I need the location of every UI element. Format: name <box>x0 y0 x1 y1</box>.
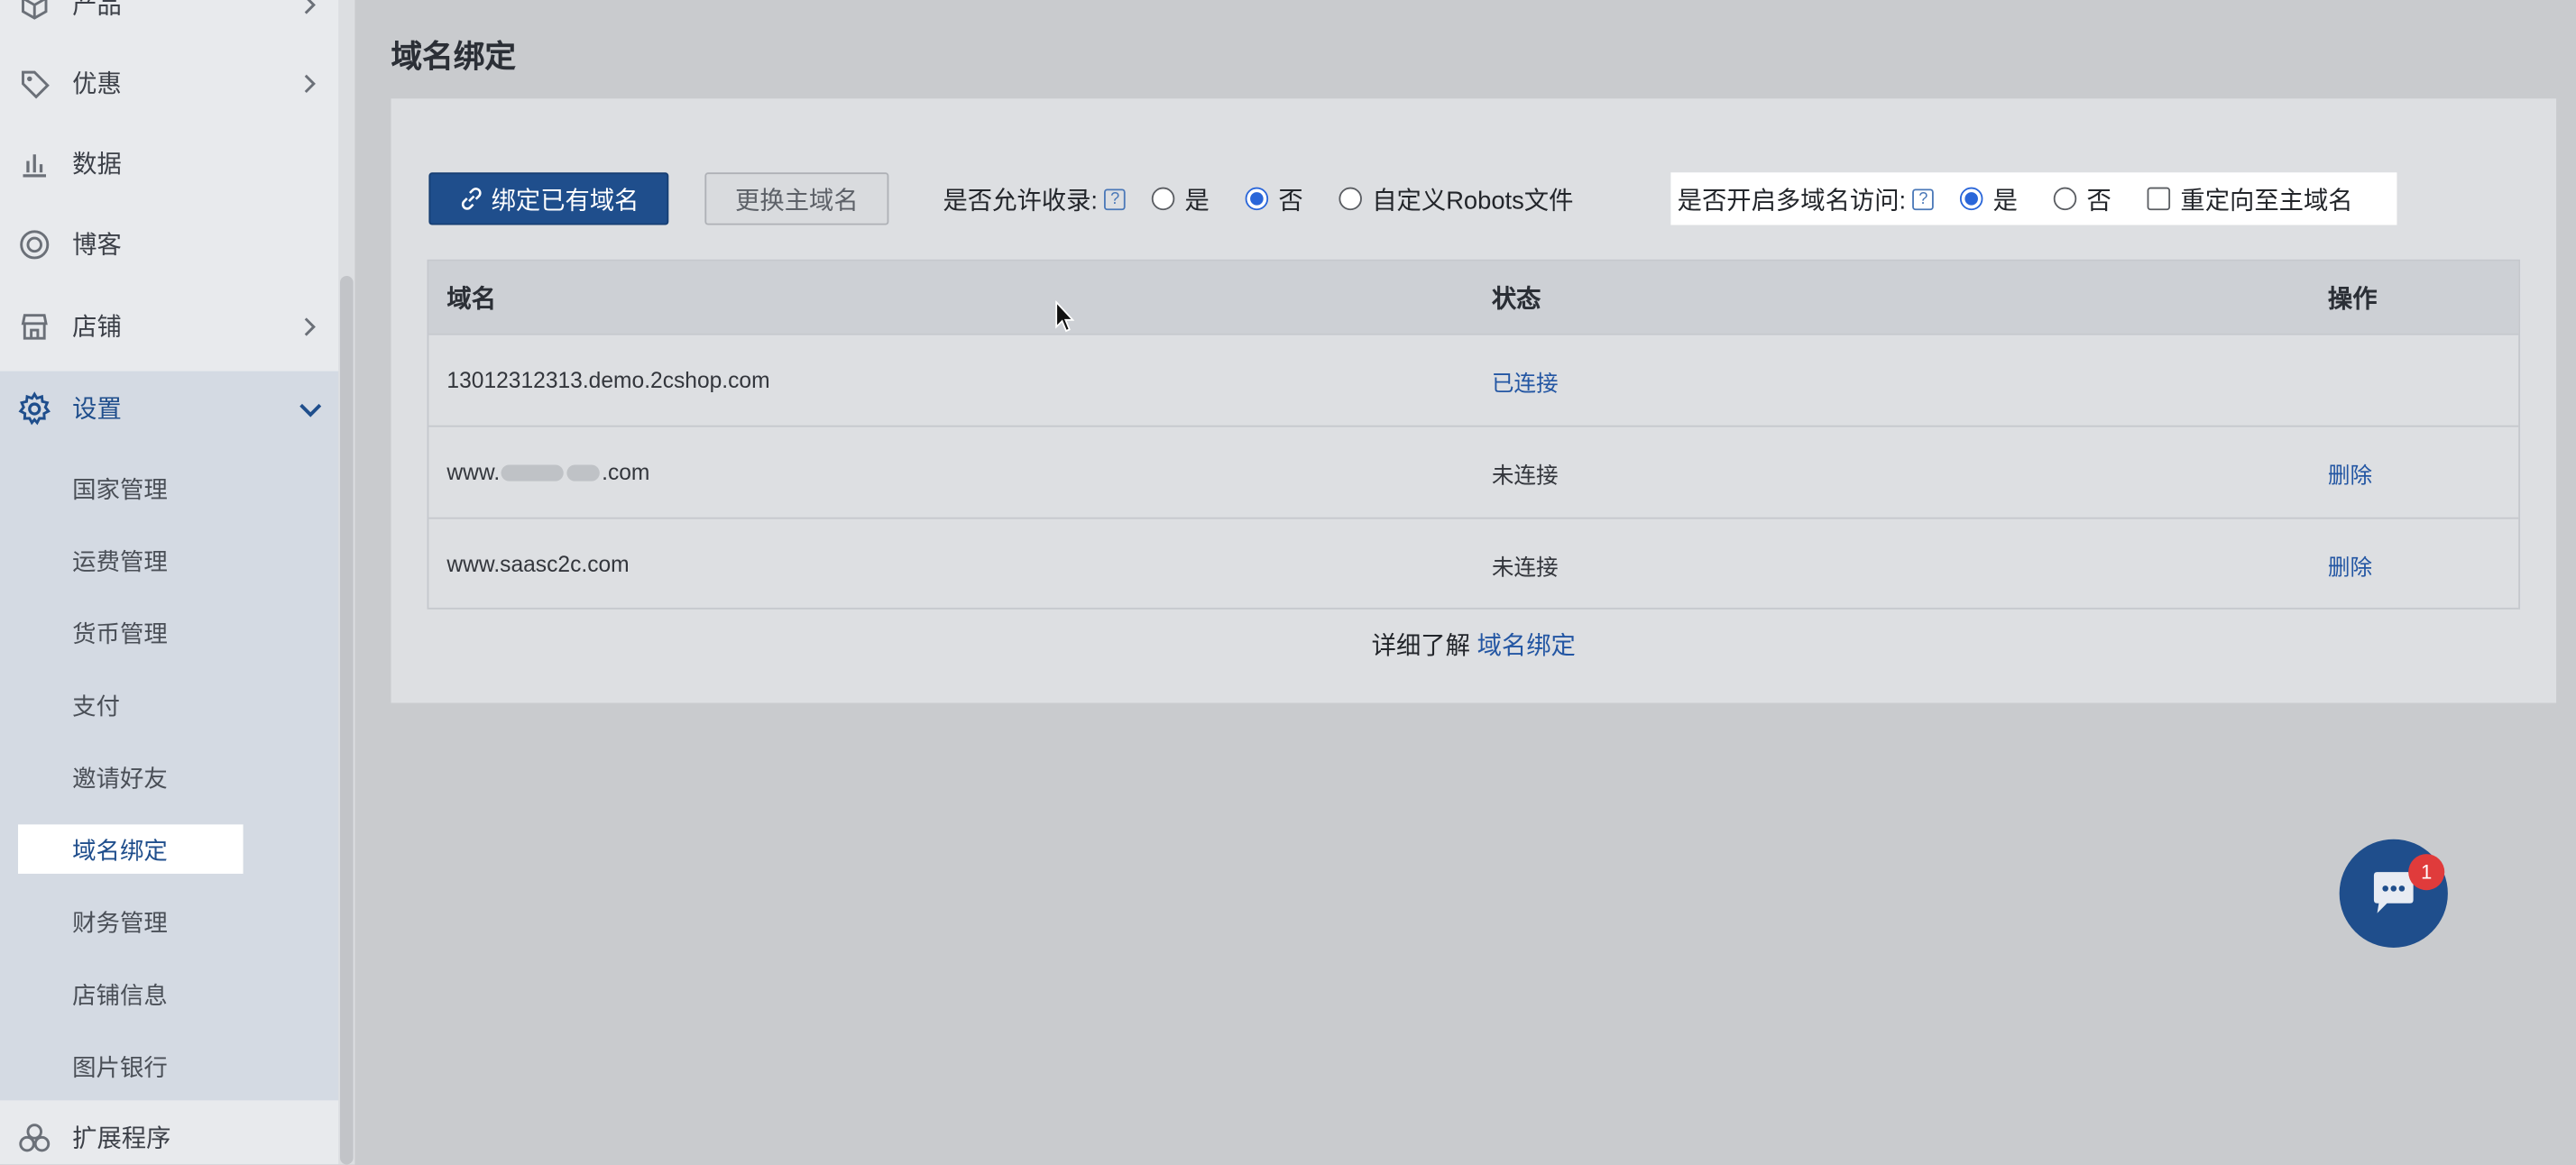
domain-cell: www.saasc2c.com <box>446 551 630 577</box>
sidebar-item-label: 产品 <box>72 0 122 20</box>
gear-icon <box>16 390 52 427</box>
sidebar-sub-shipping[interactable]: 运费管理 <box>18 536 244 585</box>
option-label: 重定向至主域名 <box>2180 186 2353 215</box>
radio-yes-selected[interactable] <box>1960 187 1983 211</box>
radio-yes[interactable] <box>1152 187 1175 211</box>
sidebar-item-label: 数据 <box>72 151 122 179</box>
domain-table: 域名 状态 操作 13012312313.demo.2cshop.com 已连接… <box>427 259 2521 610</box>
sidebar-sub-country[interactable]: 国家管理 <box>18 463 244 513</box>
sidebar-item-label: 扩展程序 <box>72 1124 171 1153</box>
bind-existing-domain-label: 绑定已有域名 <box>491 186 639 215</box>
sidebar: 产品 优惠 数据 博客 店铺 设置 国家管理 运费管理 货币管理 支付 邀请好友… <box>0 0 355 1165</box>
domain-binding-card: 绑定已有域名 更换主域名 是否允许收录: ? 是 否 自定义Robots文件 是… <box>391 98 2557 703</box>
chat-button[interactable]: 1 <box>2339 839 2448 948</box>
mouse-cursor-icon <box>1055 300 1075 333</box>
learn-more-link[interactable]: 域名绑定 <box>1477 632 1576 660</box>
chevron-down-icon <box>299 403 322 417</box>
radio-no[interactable] <box>2054 187 2077 211</box>
domain-cell: 13012312313.demo.2cshop.com <box>446 367 770 393</box>
sidebar-sub-store-info[interactable]: 店铺信息 <box>18 969 244 1019</box>
sidebar-item-blog[interactable]: 博客 <box>0 204 338 284</box>
multi-domain-label: 是否开启多域名访问: <box>1677 186 1907 215</box>
sidebar-sub-invite[interactable]: 邀请好友 <box>18 752 244 802</box>
redirect-main-domain-option[interactable]: 重定向至主域名 <box>2147 181 2353 216</box>
table-header: 域名 状态 操作 <box>428 261 2519 334</box>
header-status: 状态 <box>1491 285 1541 313</box>
chevron-right-icon <box>304 73 316 93</box>
radio-robots[interactable] <box>1339 187 1363 211</box>
redirect-checkbox[interactable] <box>2147 187 2171 211</box>
notification-badge: 1 <box>2408 854 2445 891</box>
sidebar-item-products[interactable]: 产品 <box>0 0 338 44</box>
table-row: 13012312313.demo.2cshop.com 已连接 <box>428 333 2519 426</box>
domain-prefix: www. <box>446 459 501 485</box>
option-label: 否 <box>1278 186 1303 215</box>
sidebar-sub-domain-binding[interactable]: 域名绑定 <box>18 824 244 874</box>
help-icon[interactable]: ? <box>1912 188 1935 210</box>
bar-chart-icon <box>16 145 52 181</box>
chevron-right-icon <box>304 316 316 335</box>
sidebar-scrollbar-track[interactable] <box>338 0 355 1165</box>
sidebar-item-label: 店铺 <box>72 313 122 342</box>
target-icon <box>16 225 52 261</box>
status-cell: 未连接 <box>1491 554 1559 580</box>
domain-suffix: .com <box>602 459 650 485</box>
indexing-option-yes[interactable]: 是 <box>1152 181 1210 216</box>
store-icon <box>16 308 52 344</box>
radio-no-selected[interactable] <box>1245 187 1269 211</box>
sidebar-item-label: 博客 <box>72 231 122 260</box>
link-icon <box>461 188 482 210</box>
apps-icon <box>16 1119 52 1155</box>
table-row: www. .com 未连接 删除 <box>428 425 2519 518</box>
redacted-text <box>501 463 565 481</box>
multi-domain-options: 是否开启多域名访问: ? 是 否 重定向至主域名 <box>1678 172 2389 225</box>
delete-link[interactable]: 删除 <box>2328 519 2372 610</box>
sidebar-sub-payment[interactable]: 支付 <box>18 680 244 729</box>
option-label: 是 <box>1992 186 2019 215</box>
header-domain: 域名 <box>446 285 497 313</box>
sidebar-item-store[interactable]: 店铺 <box>0 286 338 366</box>
sidebar-item-label: 优惠 <box>72 70 122 99</box>
chevron-right-icon <box>304 0 316 14</box>
option-label: 否 <box>2086 186 2111 215</box>
learn-more: 详细了解 域名绑定 <box>391 628 2556 662</box>
status-cell: 未连接 <box>1491 462 1559 488</box>
sidebar-item-data[interactable]: 数据 <box>0 124 338 204</box>
multi-domain-option-no[interactable]: 否 <box>2054 181 2111 216</box>
help-icon[interactable]: ? <box>1104 188 1126 210</box>
indexing-option-no[interactable]: 否 <box>1245 181 1303 216</box>
sidebar-scrollbar-thumb[interactable] <box>340 275 354 1165</box>
delete-link[interactable]: 删除 <box>2328 427 2372 518</box>
learn-more-prefix: 详细了解 <box>1371 632 1470 661</box>
header-action: 操作 <box>2327 285 2378 313</box>
box-icon <box>16 0 52 23</box>
sidebar-sub-currency[interactable]: 货币管理 <box>18 608 244 657</box>
sidebar-item-promotions[interactable]: 优惠 <box>0 42 338 123</box>
sidebar-item-extensions[interactable]: 扩展程序 <box>0 1097 338 1165</box>
status-cell: 已连接 <box>1491 370 1559 396</box>
option-label: 自定义Robots文件 <box>1372 186 1574 215</box>
indexing-options: 是否允许收录: ? 是 否 自定义Robots文件 <box>943 172 1609 225</box>
change-main-domain-button[interactable]: 更换主域名 <box>704 172 889 225</box>
tag-icon <box>16 65 52 101</box>
indexing-label: 是否允许收录: <box>943 186 1099 215</box>
sidebar-item-label: 设置 <box>72 395 122 424</box>
domain-cell: www. .com <box>446 427 649 518</box>
indexing-option-robots[interactable]: 自定义Robots文件 <box>1339 181 1574 216</box>
sidebar-item-settings[interactable]: 设置 <box>0 368 338 448</box>
page-title: 域名绑定 <box>391 41 516 76</box>
redacted-text <box>566 463 601 481</box>
main-content: 域名绑定 绑定已有域名 更换主域名 是否允许收录: ? 是 否 自定义Robot… <box>354 0 2576 1165</box>
multi-domain-option-yes[interactable]: 是 <box>1960 181 2018 216</box>
table-row: www.saasc2c.com 未连接 删除 <box>428 517 2519 610</box>
sidebar-sub-image-bank[interactable]: 图片银行 <box>18 1041 244 1091</box>
option-label: 是 <box>1184 186 1210 215</box>
bind-existing-domain-button[interactable]: 绑定已有域名 <box>428 172 669 225</box>
sidebar-sub-finance[interactable]: 财务管理 <box>18 896 244 946</box>
